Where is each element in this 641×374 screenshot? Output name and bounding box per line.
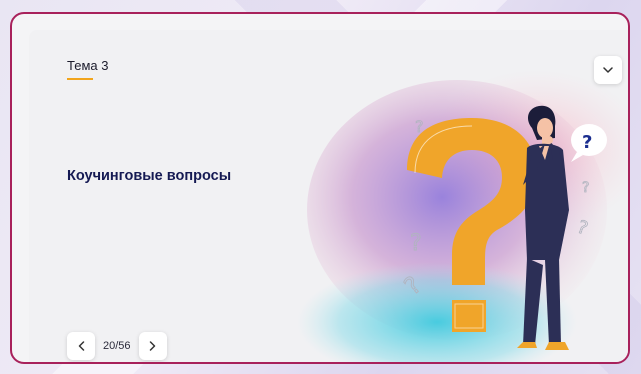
slide-card: Тема 3 Коучинговые вопросы 20/56 ? ? ? ?…: [29, 30, 628, 362]
prev-slide-button[interactable]: [67, 332, 95, 360]
topic-label: Тема 3: [67, 58, 109, 73]
chevron-left-icon: [78, 341, 84, 351]
topic-underline: [67, 78, 93, 80]
svg-text:?: ?: [582, 132, 592, 153]
small-question-mark: ?: [582, 180, 589, 196]
small-question-mark: ?: [410, 231, 422, 256]
slide-title: Коучинговые вопросы: [67, 168, 232, 184]
question-illustration: ? ? ? ? ? ?: [297, 70, 628, 362]
slide-counter: 20/56: [103, 340, 131, 352]
chevron-right-icon: [149, 341, 156, 351]
slide-navigation: 20/56: [67, 332, 167, 360]
next-slide-button[interactable]: [138, 332, 167, 360]
slide-frame: Тема 3 Коучинговые вопросы 20/56 ? ? ? ?…: [10, 12, 630, 364]
small-question-mark: ?: [415, 117, 424, 136]
question-mark-dot: [452, 300, 486, 332]
